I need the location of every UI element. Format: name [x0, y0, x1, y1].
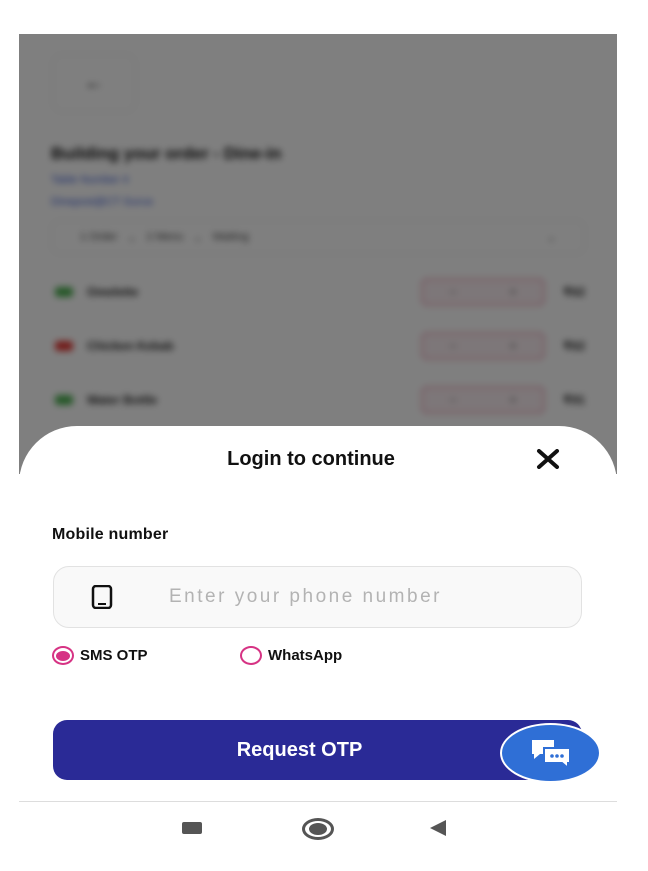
phone-input[interactable] — [169, 586, 549, 608]
radio-unchecked[interactable] — [240, 646, 262, 665]
smartphone-icon — [91, 585, 113, 609]
mobile-number-label: Mobile number — [52, 526, 169, 543]
login-bottom-sheet: Login to continue Mobile number SMS OTP … — [19, 426, 617, 803]
phone-field[interactable] — [53, 566, 582, 628]
back-triangle-icon[interactable] — [430, 820, 446, 836]
recent-apps-icon[interactable] — [182, 822, 202, 834]
close-button[interactable] — [531, 444, 565, 474]
modal-backdrop[interactable] — [19, 34, 617, 474]
sheet-title: Login to continue — [227, 448, 395, 470]
system-nav-bar — [0, 810, 648, 850]
sms-otp-label: SMS OTP — [80, 647, 148, 664]
home-icon[interactable] — [302, 818, 334, 840]
close-icon — [537, 449, 559, 469]
radio-checked[interactable] — [52, 646, 74, 665]
chat-bubbles-icon — [531, 740, 571, 769]
whatsapp-label: WhatsApp — [268, 647, 343, 664]
divider — [19, 801, 617, 802]
sms-otp-option[interactable]: SMS OTP — [52, 646, 148, 665]
chat-button[interactable] — [500, 723, 601, 783]
whatsapp-option[interactable]: WhatsApp — [240, 646, 342, 665]
app-screen: ← Building your order - Dine-in Table Nu… — [19, 34, 617, 809]
